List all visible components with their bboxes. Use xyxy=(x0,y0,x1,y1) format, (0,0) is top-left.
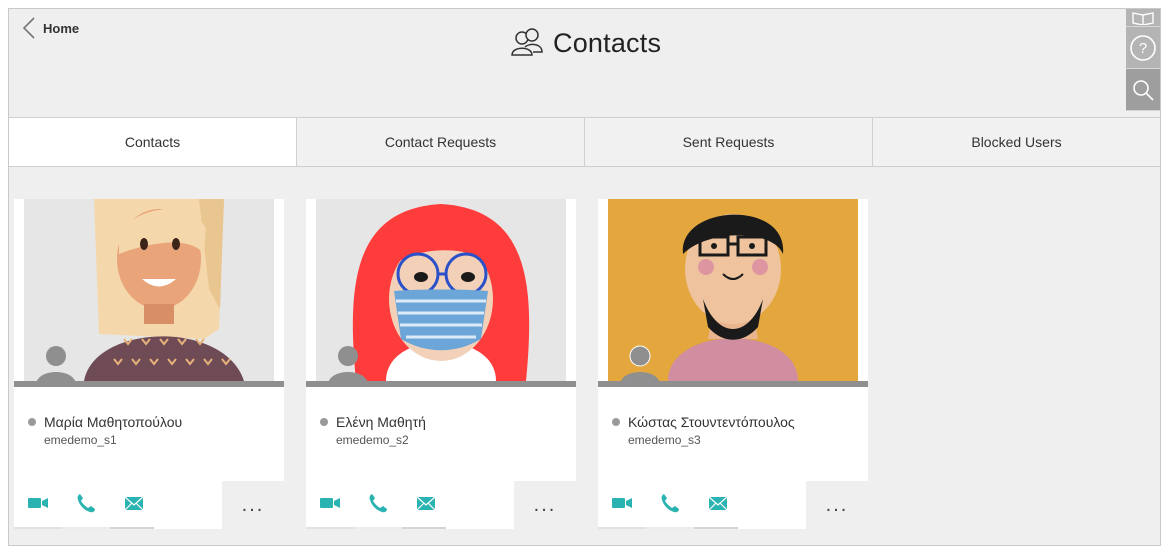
right-toolbar: ? xyxy=(1126,9,1160,111)
contact-username: emedemo_s2 xyxy=(336,433,409,447)
status-dot xyxy=(28,418,36,426)
avatar-icon xyxy=(36,346,76,384)
avatar-icon xyxy=(620,345,660,384)
action-underline xyxy=(402,527,446,529)
mail-icon[interactable] xyxy=(706,491,730,515)
avatar-icon xyxy=(328,346,368,384)
search-button[interactable] xyxy=(1126,69,1160,111)
contact-info: Κώστας Στουντεντόπουλος emedemo_s3 xyxy=(612,414,795,447)
contact-name: Ελένη Μαθητή xyxy=(336,414,426,430)
svg-text:?: ? xyxy=(1139,40,1147,57)
photo-divider xyxy=(598,381,868,387)
contact-username: emedemo_s1 xyxy=(44,433,117,447)
action-underline xyxy=(110,527,154,529)
app-window: Home Contacts ? Contacts Contact Request… xyxy=(8,8,1161,546)
phone-icon[interactable] xyxy=(366,491,390,515)
back-home-button[interactable]: Home xyxy=(21,17,79,39)
mail-icon[interactable] xyxy=(414,491,438,515)
help-icon: ? xyxy=(1130,34,1156,61)
photo-divider xyxy=(306,381,576,387)
action-underline xyxy=(14,527,62,529)
video-call-icon[interactable] xyxy=(26,491,50,515)
back-label: Home xyxy=(43,20,80,36)
contacts-icon xyxy=(511,28,543,56)
contact-actions: ... xyxy=(306,481,576,529)
contact-card[interactable]: Κώστας Στουντεντόπουλος emedemo_s3 ... xyxy=(598,199,868,529)
contact-card[interactable]: Ελένη Μαθητή emedemo_s2 ... xyxy=(306,199,576,529)
tab-contacts[interactable]: Contacts xyxy=(9,118,296,166)
contact-name: Μαρία Μαθητοπούλου xyxy=(44,414,183,430)
photo-divider xyxy=(14,381,284,387)
tab-contact-requests[interactable]: Contact Requests xyxy=(296,118,584,166)
help-button[interactable]: ? xyxy=(1126,27,1160,69)
phone-icon[interactable] xyxy=(74,491,98,515)
action-underline xyxy=(62,527,110,529)
mail-icon[interactable] xyxy=(122,491,146,515)
action-underline xyxy=(598,527,646,529)
contact-username: emedemo_s3 xyxy=(628,433,701,447)
action-underline xyxy=(306,527,354,529)
contact-actions: ... xyxy=(14,481,284,529)
header: Home Contacts ? xyxy=(9,9,1160,117)
contact-name: Κώστας Στουντεντόπουλος xyxy=(628,414,795,430)
back-chevron-icon xyxy=(22,17,35,39)
tab-blocked-users[interactable]: Blocked Users xyxy=(872,118,1160,166)
contact-card[interactable]: Μαρία Μαθητοπούλου emedemo_s1 ... xyxy=(14,199,284,529)
phone-icon[interactable] xyxy=(658,491,682,515)
book-icon xyxy=(1132,11,1154,25)
status-dot xyxy=(612,418,620,426)
contact-actions: ... xyxy=(598,481,868,529)
page-title-text: Contacts xyxy=(553,27,662,58)
contact-info: Ελένη Μαθητή emedemo_s2 xyxy=(320,414,426,447)
status-dot xyxy=(320,418,328,426)
more-options-button[interactable]: ... xyxy=(222,481,284,529)
tab-sent-requests[interactable]: Sent Requests xyxy=(584,118,872,166)
more-options-button[interactable]: ... xyxy=(514,481,576,529)
action-underline xyxy=(694,527,738,529)
action-underline xyxy=(646,527,694,529)
search-icon xyxy=(1133,79,1154,101)
page-title: Contacts xyxy=(509,25,661,61)
video-call-icon[interactable] xyxy=(318,491,342,515)
tab-bar: Contacts Contact Requests Sent Requests … xyxy=(9,117,1160,167)
action-underline xyxy=(354,527,402,529)
book-button[interactable] xyxy=(1126,9,1160,27)
more-options-button[interactable]: ... xyxy=(806,481,868,529)
video-call-icon[interactable] xyxy=(610,491,634,515)
contact-info: Μαρία Μαθητοπούλου emedemo_s1 xyxy=(28,414,182,447)
